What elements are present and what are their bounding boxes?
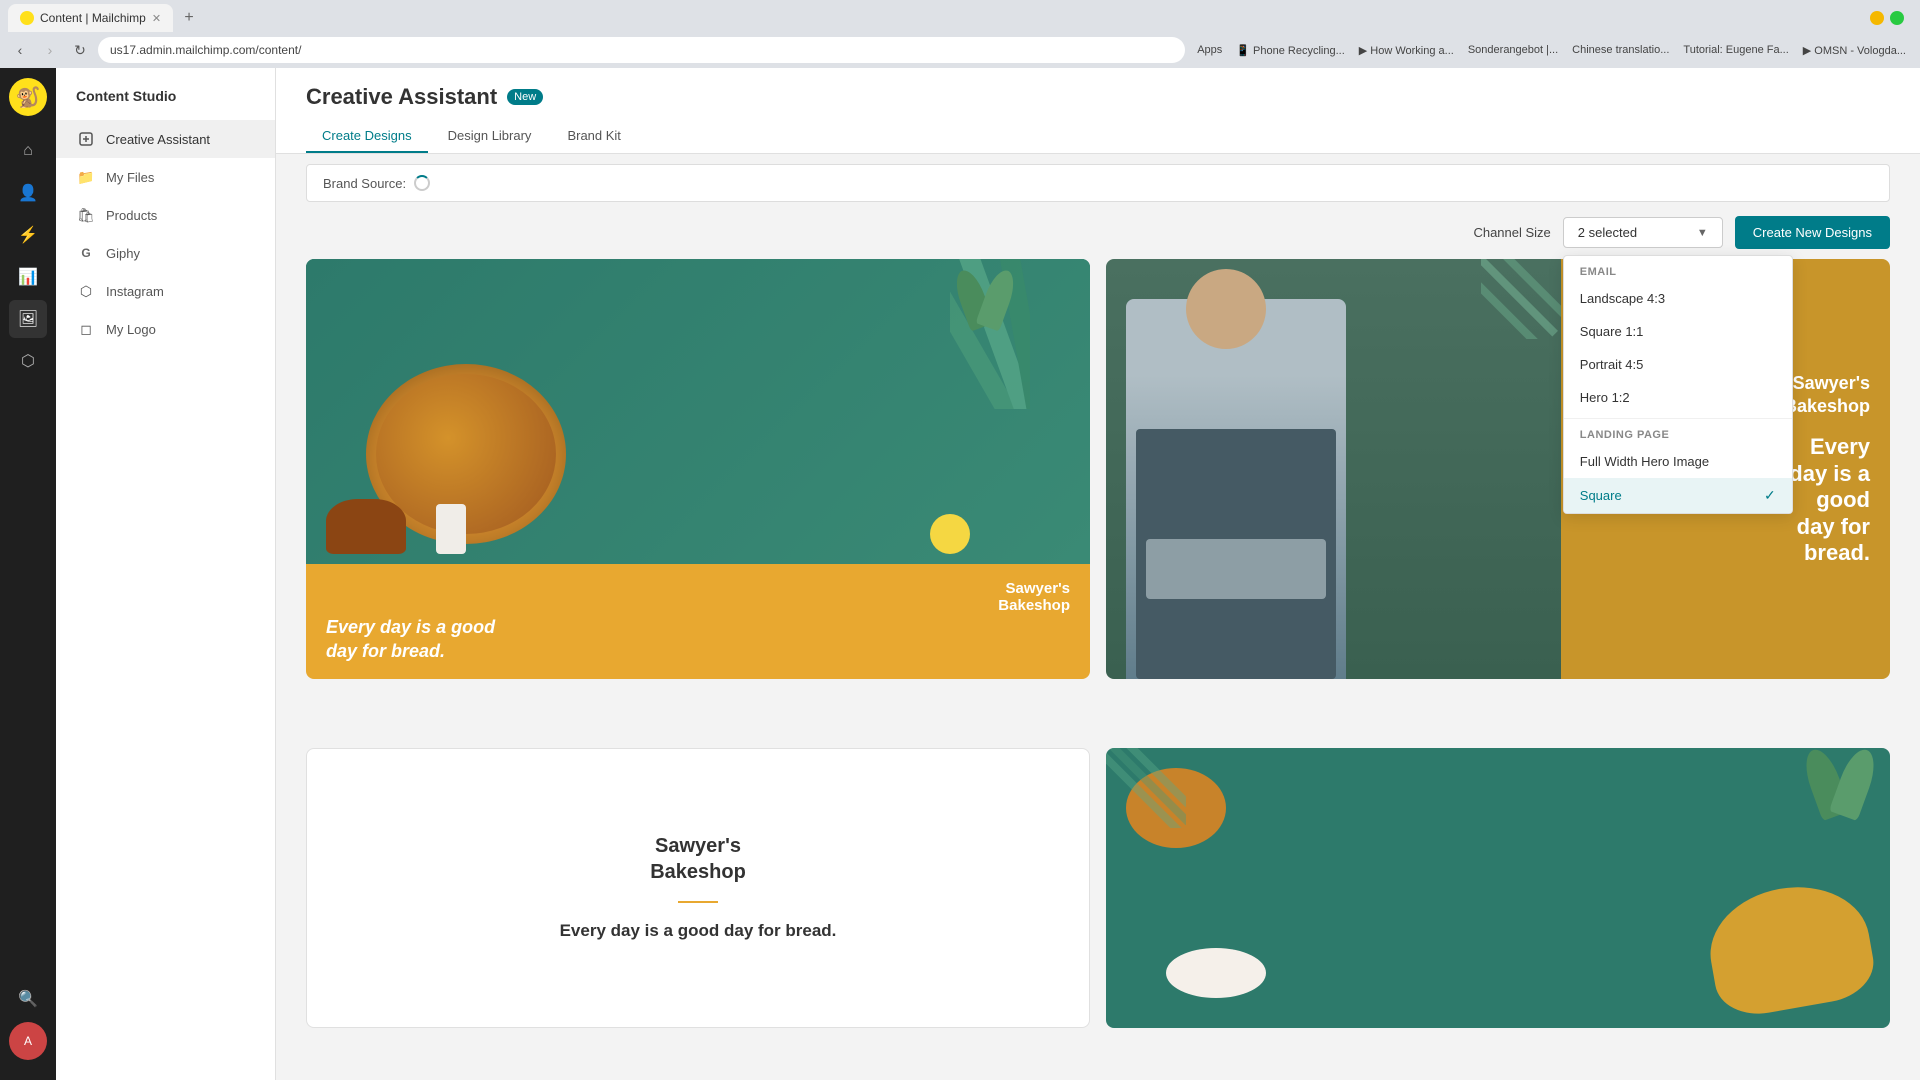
nav-contacts-icon[interactable]: 👤 [9,174,47,212]
check-icon: ✓ [1764,487,1776,504]
my-logo-icon: ◻ [76,319,96,339]
nav-home-icon[interactable]: ⌂ [9,132,47,170]
my-files-icon: 📁 [76,167,96,187]
design-card-4[interactable] [1106,748,1890,1028]
sidebar-item-label: My Files [106,170,154,185]
content-header: Creative Assistant New Create Designs De… [276,68,1920,154]
card-2-bakery-name: Sawyer'sBakeshop [1784,372,1870,419]
chevron-down-icon: ▼ [1697,227,1708,239]
tab-favicon [20,11,34,25]
sidebar-item-label: Creative Assistant [106,132,210,147]
channel-size-select[interactable]: 2 selected ▼ EMAIL Landscape 4:3 Square … [1563,217,1723,248]
sidebar-item-my-logo[interactable]: ◻ My Logo [56,310,275,348]
dropdown-menu: EMAIL Landscape 4:3 Square 1:1 Portrait … [1563,255,1793,514]
nav-automations-icon[interactable]: 📊 [9,258,47,296]
back-button[interactable]: ‹ [8,38,32,62]
select-value: 2 selected [1578,225,1637,240]
dropdown-item-landscape[interactable]: Landscape 4:3 [1564,282,1792,315]
reload-button[interactable]: ↻ [68,38,92,62]
creative-assistant-icon [76,129,96,149]
design-card-3[interactable]: Sawyer'sBakeshop Every day is a good day… [306,748,1090,1028]
dropdown-item-hero[interactable]: Hero 1:2 [1564,381,1792,414]
active-tab[interactable]: Content | Mailchimp ✕ [8,4,173,32]
products-icon: 🛍 [76,205,96,225]
apps-bookmark[interactable]: Apps [1191,42,1228,59]
card-1-bakery-name: Sawyer'sBakeshop [326,580,1070,614]
tab-close-icon[interactable]: ✕ [152,12,161,25]
create-new-designs-button[interactable]: Create New Designs [1735,216,1890,249]
new-tab-button[interactable]: + [177,6,201,30]
bookmark-4[interactable]: Chinese translatio... [1566,42,1675,59]
landing-page-group-label: LANDING PAGE [1564,418,1792,445]
card-3-tagline: Every day is a good day for bread. [560,919,837,943]
forward-button[interactable]: › [38,38,62,62]
nav-integrations-icon[interactable]: ⬡ [9,342,47,380]
brand-source-label: Brand Source: [323,176,406,191]
instagram-icon: ⬡ [76,281,96,301]
card-1-tagline: Every day is a goodday for bread. [326,616,1070,663]
tab-create-designs[interactable]: Create Designs [306,120,428,153]
bookmark-6[interactable]: ▶ OMSN - Vologda... [1797,42,1912,59]
maximize-button[interactable] [1890,11,1904,25]
logo-icon[interactable]: 🐒 [9,78,47,116]
sidebar-item-label: Instagram [106,284,164,299]
bookmark-2[interactable]: ▶ How Working a... [1353,42,1460,59]
sidebar-item-my-files[interactable]: 📁 My Files [56,158,275,196]
email-group-label: EMAIL [1564,256,1792,282]
sidebar-item-instagram[interactable]: ⬡ Instagram [56,272,275,310]
sidebar: Content Studio Creative Assistant 📁 My F… [56,68,276,1080]
nav-user-icon[interactable]: A [9,1022,47,1060]
sidebar-item-creative-assistant[interactable]: Creative Assistant [56,120,275,158]
page-title: Creative Assistant [306,84,497,110]
tab-brand-kit[interactable]: Brand Kit [551,120,636,153]
bookmark-1[interactable]: 📱 Phone Recycling... [1230,42,1350,59]
sidebar-item-label: My Logo [106,322,156,337]
nav-campaigns-icon[interactable]: ⚡ [9,216,47,254]
channel-size-label: Channel Size [1473,225,1550,240]
sidebar-item-products[interactable]: 🛍 Products [56,196,275,234]
select-button[interactable]: 2 selected ▼ [1563,217,1723,248]
main-content: Creative Assistant New Create Designs De… [276,68,1920,1080]
nav-content-icon[interactable]: 🖼 [9,300,47,338]
dropdown-item-square-1-1[interactable]: Square 1:1 [1564,315,1792,348]
design-card-1[interactable]: Sawyer'sBakeshop Every day is a goodday … [306,259,1090,679]
bookmark-5[interactable]: Tutorial: Eugene Fa... [1677,42,1794,59]
brand-source-spinner [414,175,430,191]
url-bar[interactable] [98,37,1185,63]
toolbar-row: Channel Size 2 selected ▼ EMAIL Landscap… [276,212,1920,259]
tab-design-library[interactable]: Design Library [432,120,548,153]
dropdown-item-full-width[interactable]: Full Width Hero Image [1564,445,1792,478]
sidebar-title: Content Studio [56,88,275,120]
dropdown-item-square-selected[interactable]: Square ✓ [1564,478,1792,513]
new-badge: New [507,89,543,105]
dropdown-item-portrait[interactable]: Portrait 4:5 [1564,348,1792,381]
giphy-icon: G [76,243,96,263]
sidebar-item-label: Giphy [106,246,140,261]
card-3-bakery-name: Sawyer'sBakeshop [650,833,746,885]
card-2-tagline: Everyday is agoodday forbread. [1789,434,1870,566]
nav-search-icon[interactable]: 🔍 [9,980,47,1018]
tab-title: Content | Mailchimp [40,11,146,25]
bookmark-3[interactable]: Sonderangebot |... [1462,42,1564,59]
brand-source-bar: Brand Source: [306,164,1890,202]
card-3-divider [678,901,718,903]
minimize-button[interactable] [1870,11,1884,25]
sidebar-item-giphy[interactable]: G Giphy [56,234,275,272]
sidebar-item-label: Products [106,208,157,223]
left-nav: 🐒 ⌂ 👤 ⚡ 📊 🖼 ⬡ 🔍 A [0,68,56,1080]
